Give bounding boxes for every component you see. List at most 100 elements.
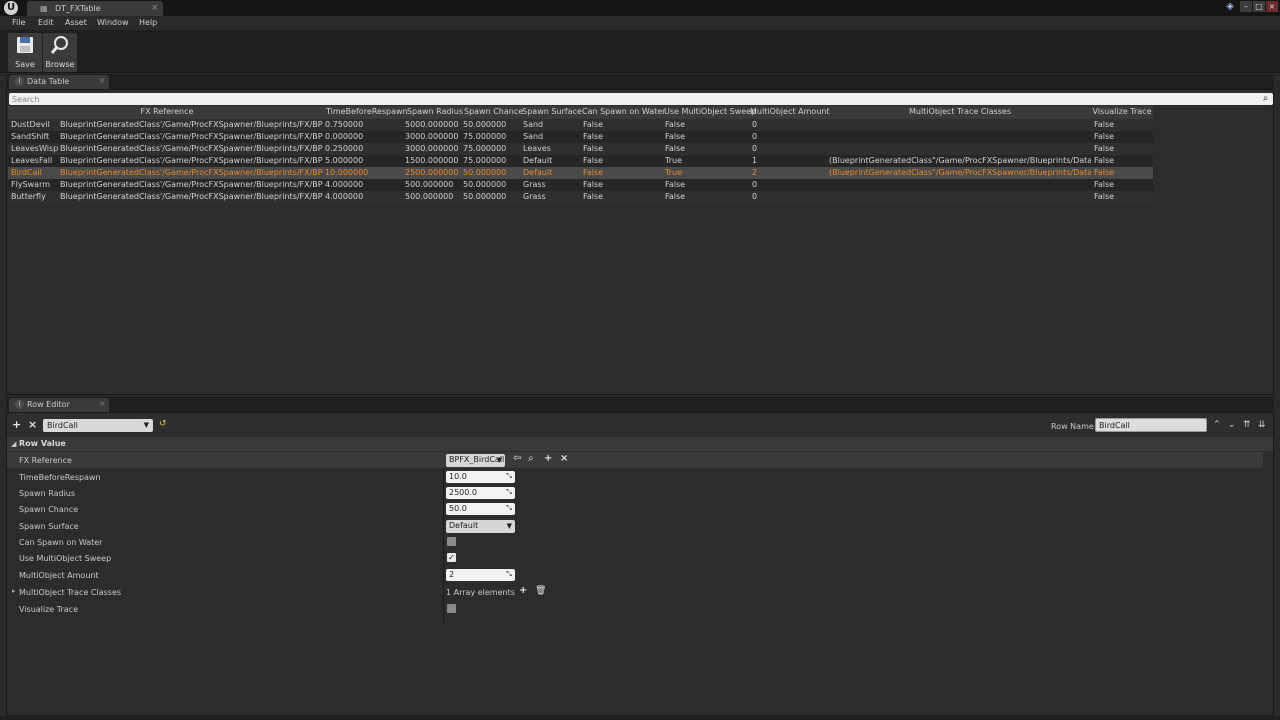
table-row-selected[interactable]: BirdCall BlueprintGeneratedClass'/Game/P…	[8, 167, 1153, 179]
cell-surface: Default	[523, 168, 553, 177]
data-table-tab[interactable]: i Data Table ×	[9, 75, 109, 89]
row-name: SandShift	[11, 132, 50, 141]
col-multiobject-amount[interactable]: MultiObject Amount	[750, 107, 830, 116]
use-selected-arrow-icon[interactable]: ⇦	[513, 454, 521, 464]
col-visualize-trace[interactable]: Visualize Trace	[1092, 107, 1152, 116]
cell-amount: 0	[752, 120, 758, 129]
spin-arrows-icon[interactable]: ⤡	[505, 504, 513, 513]
add-plus-icon[interactable]: +	[544, 454, 552, 464]
prop-label: Visualize Trace	[19, 605, 78, 614]
search-input[interactable]	[12, 93, 1252, 105]
close-panel-icon[interactable]: ×	[99, 399, 106, 408]
prop-label: TimeBeforeRespawn	[19, 473, 101, 482]
data-table-tabbar: i Data Table ×	[6, 74, 1274, 89]
cell-visualize: False	[1094, 120, 1115, 129]
add-element-icon[interactable]: +	[519, 586, 527, 596]
menu-help[interactable]: Help	[139, 18, 157, 27]
spin-arrows-icon[interactable]: ⤡	[505, 488, 513, 497]
visualize-trace-checkbox[interactable]	[447, 604, 456, 613]
spawn-chance-input[interactable]: 50.0 ⤡	[446, 503, 515, 515]
menu-edit[interactable]: Edit	[38, 18, 54, 27]
table-row[interactable]: FlySwarm BlueprintGeneratedClass'/Game/P…	[8, 179, 1153, 191]
expand-arrow-icon[interactable]: ▸	[12, 587, 16, 595]
cell-radius: 500.000000	[405, 192, 454, 201]
cell-time: 0.250000	[325, 144, 364, 153]
fx-reference-combo[interactable]: BPFX_BirdCall ▼	[446, 454, 505, 467]
add-row-icon[interactable]: +	[12, 419, 21, 431]
cell-water: False	[583, 180, 604, 189]
source-control-icon[interactable]: ◈	[1226, 1, 1234, 12]
minimize-icon[interactable]: –	[1240, 1, 1252, 12]
menu-file[interactable]: File	[12, 18, 25, 27]
browse-search-icon[interactable]: ⌕	[528, 454, 534, 464]
move-row-bottom-icon[interactable]: ⇊	[1258, 420, 1266, 430]
search-icon[interactable]: ⌕	[1260, 93, 1271, 105]
table-row[interactable]: SandShift BlueprintGeneratedClass'/Game/…	[8, 131, 1153, 143]
menu-asset[interactable]: Asset	[65, 18, 87, 27]
chevron-down-icon: ▼	[506, 522, 512, 530]
col-spawn-surface[interactable]: Spawn Surface	[522, 107, 582, 116]
row-value-section-header[interactable]: ◢ Row Value	[7, 437, 1273, 451]
can-spawn-on-water-checkbox[interactable]	[447, 537, 456, 546]
prop-label: Spawn Radius	[19, 489, 76, 498]
prop-label: Spawn Surface	[19, 522, 79, 531]
cell-water: False	[583, 120, 604, 129]
spawn-radius-input[interactable]: 2500.0 ⤡	[446, 487, 515, 499]
cell-fx: BlueprintGeneratedClass'/Game/ProcFXSpaw…	[60, 144, 323, 153]
col-use-multiobject-sweep[interactable]: Use MultiObject Sweep	[664, 107, 756, 116]
prop-label: MultiObject Amount	[19, 571, 99, 580]
prop-multiobject-amount: MultiObject Amount 2 ⤡	[7, 567, 1263, 583]
close-window-icon[interactable]: ×	[1266, 1, 1278, 12]
cell-chance: 75.000000	[463, 132, 507, 141]
col-spawn-radius[interactable]: Spawn Radius	[406, 107, 464, 116]
col-can-spawn-on-water[interactable]: Can Spawn on Water	[582, 107, 665, 116]
cell-water: False	[583, 144, 604, 153]
use-multiobject-sweep-checkbox[interactable]: ✓	[447, 553, 456, 562]
browse-label: Browse	[45, 60, 75, 69]
close-tab-icon[interactable]: ×	[151, 3, 159, 13]
spin-arrows-icon[interactable]: ⤡	[505, 570, 513, 579]
save-button[interactable]: Save	[8, 33, 42, 72]
trash-icon[interactable]: 🗑	[535, 586, 546, 596]
search-box[interactable]: ⌕	[9, 93, 1273, 105]
remove-row-icon[interactable]: ×	[28, 419, 37, 431]
spin-arrows-icon[interactable]: ⤡	[505, 472, 513, 481]
cell-amount: 0	[752, 180, 758, 189]
cell-radius: 2500.000000	[405, 168, 459, 177]
prop-spawn-surface: Spawn Surface Default ▼	[7, 518, 1263, 534]
row-selector-combo[interactable]: BirdCall ▼	[43, 419, 153, 432]
cell-fx: BlueprintGeneratedClass'/Game/ProcFXSpaw…	[60, 132, 323, 141]
document-tab[interactable]: ▦ DT_FXTable ×	[27, 1, 163, 16]
cell-radius: 3000.000000	[405, 144, 459, 153]
prop-use-multiobject-sweep: Use MultiObject Sweep ✓	[7, 550, 1263, 566]
col-fx-reference[interactable]: FX Reference	[8, 107, 326, 116]
row-selector-value: BirdCall	[47, 421, 78, 430]
asset-toolbar: Save Browse	[0, 30, 1280, 73]
table-row[interactable]: Butterfly BlueprintGeneratedClass'/Game/…	[8, 191, 1153, 203]
multiobject-amount-input[interactable]: 2 ⤡	[446, 569, 515, 581]
cell-amount: 2	[752, 168, 758, 177]
table-row[interactable]: LeavesWisp BlueprintGeneratedClass'/Game…	[8, 143, 1153, 155]
col-multiobject-trace-classes[interactable]: MultiObject Trace Classes	[828, 107, 1092, 116]
table-row[interactable]: DustDevil BlueprintGeneratedClass'/Game/…	[8, 119, 1153, 131]
menu-window[interactable]: Window	[97, 18, 129, 27]
time-before-respawn-input[interactable]: 10.0 ⤡	[446, 471, 515, 483]
col-time-before-respawn[interactable]: TimeBeforeRespawn	[326, 107, 408, 116]
browse-button[interactable]: Browse	[43, 33, 77, 72]
cell-time: 4.000000	[325, 192, 364, 201]
row-name-input[interactable]	[1095, 418, 1207, 432]
move-row-up-icon[interactable]: ⌃	[1213, 420, 1221, 430]
spawn-surface-combo[interactable]: Default ▼	[446, 520, 515, 533]
reset-to-default-icon[interactable]: ↺	[159, 419, 167, 429]
cell-visualize: False	[1094, 168, 1115, 177]
prop-visualize-trace: Visualize Trace	[7, 601, 1263, 617]
maximize-icon[interactable]: □	[1253, 1, 1265, 12]
move-row-down-icon[interactable]: ⌄	[1228, 420, 1236, 430]
clear-x-icon[interactable]: ×	[560, 454, 568, 464]
col-spawn-chance[interactable]: Spawn Chance	[464, 107, 523, 116]
cell-visualize: False	[1094, 144, 1115, 153]
table-row[interactable]: LeavesFall BlueprintGeneratedClass'/Game…	[8, 155, 1153, 167]
row-editor-tab[interactable]: i Row Editor ×	[9, 398, 109, 412]
move-row-top-icon[interactable]: ⇈	[1243, 420, 1251, 430]
close-panel-icon[interactable]: ×	[99, 76, 106, 85]
